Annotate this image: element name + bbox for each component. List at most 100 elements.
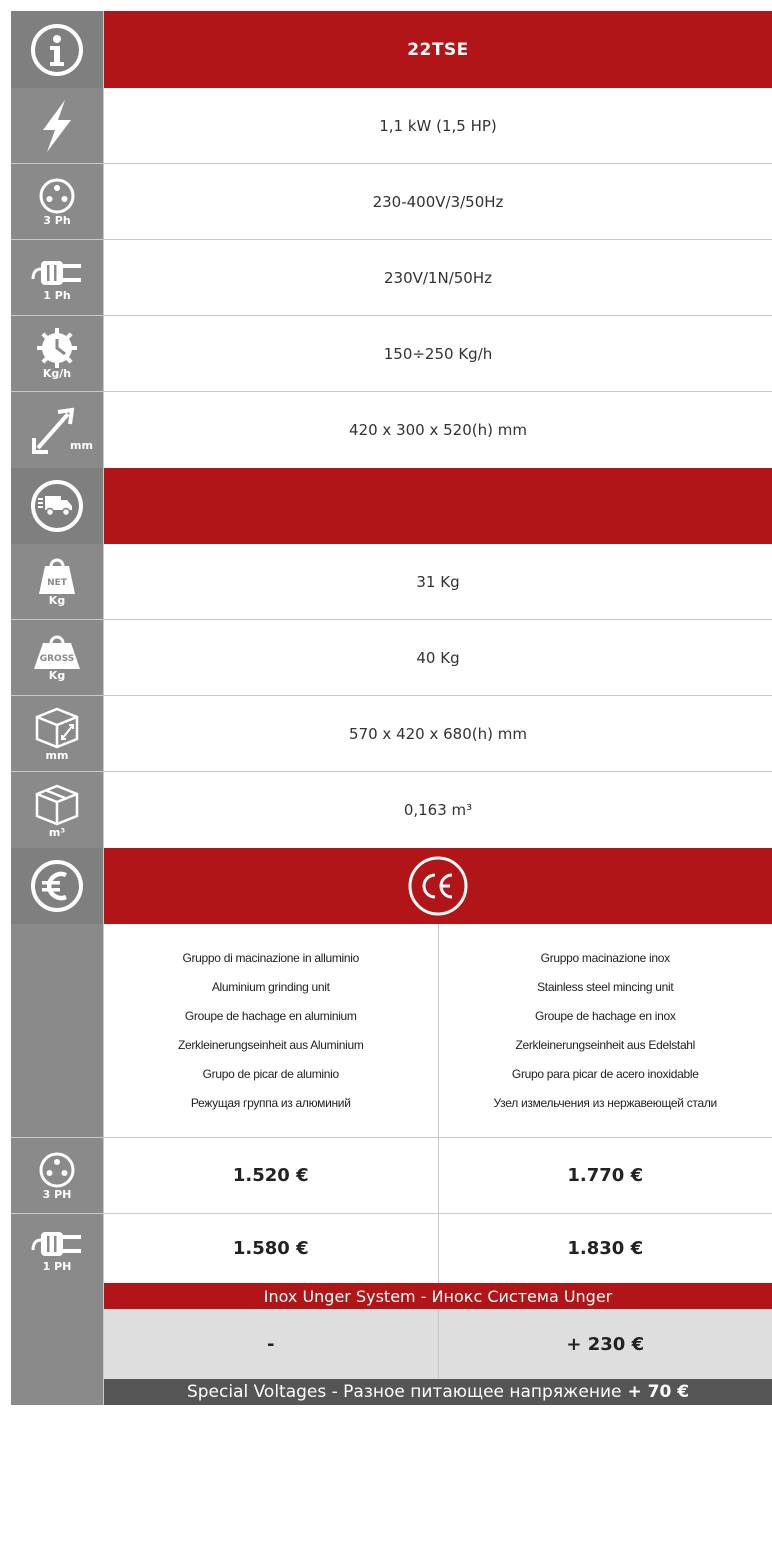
- single-phase-plug-icon: [31, 261, 81, 285]
- description-row: Gruppo di macinazione in alluminio Alumi…: [11, 924, 772, 1138]
- gross-weight-row: GROSS Kg 40 Kg: [11, 620, 772, 696]
- description-line: Gruppo macinazione inox: [540, 950, 670, 965]
- description-line: Stainless steel mincing unit: [537, 979, 674, 994]
- three-phase-icon-cell: 3 Ph: [11, 164, 104, 239]
- euro-icon: [31, 860, 83, 912]
- three-phase-value: 230-400V/3/50Hz: [372, 192, 504, 211]
- euro-icon-cell: [11, 848, 104, 924]
- package-dimensions-label: mm: [45, 749, 69, 762]
- special-voltages-price: + 70 €: [627, 1382, 690, 1402]
- price-3ph-row: 3 PH 1.520 € 1.770 €: [11, 1138, 772, 1214]
- model-title: 22TSE: [407, 39, 469, 60]
- net-weight-row: NET Kg 31 Kg: [11, 544, 772, 620]
- special-voltages-icon-cell: [11, 1379, 104, 1405]
- power-value: 1,1 kW (1,5 HP): [379, 116, 497, 135]
- price-3ph-aluminium: 1.520 €: [232, 1165, 309, 1186]
- price-header-row: [11, 848, 772, 924]
- unger-price-row: - + 230 €: [11, 1309, 772, 1379]
- spec-table: 22TSE 1,1 kW (1,5 HP) 3 Ph 230-400V/3/50…: [11, 11, 772, 1405]
- power-row: 1,1 kW (1,5 HP): [11, 88, 772, 164]
- dimensions-label: mm: [70, 439, 93, 452]
- shipping-header-bar: [104, 468, 772, 544]
- stainless-description: Gruppo macinazione inox Stainless steel …: [437, 924, 772, 1137]
- unger-banner-icon-cell: [11, 1283, 104, 1309]
- shipping-header-row: [11, 468, 772, 544]
- price-1ph-row: 1 PH 1.580 € 1.830 €: [11, 1214, 772, 1283]
- net-badge-text: NET: [47, 578, 68, 588]
- description-line: Groupe de hachage en inox: [534, 1008, 676, 1023]
- capacity-icon-cell: Kg/h: [11, 316, 104, 391]
- description-line: Узел измельчения из нержавеющей стали: [493, 1095, 718, 1110]
- price-1ph-stainless: 1.830 €: [437, 1214, 772, 1283]
- description-line: Gruppo di macinazione in alluminio: [182, 950, 360, 965]
- net-weight-label: Kg: [48, 594, 66, 607]
- volume-value: 0,163 m³: [403, 801, 473, 819]
- three-phase-row: 3 Ph 230-400V/3/50Hz: [11, 164, 772, 240]
- ce-header-bar: [104, 848, 772, 924]
- shipping-icon-cell: [11, 468, 104, 544]
- three-phase-plug-icon: [39, 1152, 75, 1188]
- gross-weight-icon: GROSS: [34, 635, 80, 669]
- unger-price-stainless: + 230 €: [437, 1309, 772, 1379]
- info-icon: [31, 23, 83, 76]
- net-weight-value: 31 Kg: [416, 572, 460, 591]
- single-phase-plug-icon: [31, 1232, 81, 1256]
- capacity-row: Kg/h 150÷250 Kg/h: [11, 316, 772, 392]
- gross-weight-value: 40 Kg: [416, 648, 460, 667]
- volume-label: m³: [48, 825, 66, 839]
- price-3ph-stainless: 1.770 €: [437, 1138, 772, 1213]
- price-1ph-aluminium: 1.580 €: [232, 1238, 309, 1259]
- single-phase-row: 1 Ph 230V/1N/50Hz: [11, 240, 772, 316]
- capacity-value: 150÷250 Kg/h: [383, 344, 493, 363]
- delivery-truck-icon: [31, 480, 83, 532]
- single-phase-value: 230V/1N/50Hz: [383, 268, 492, 287]
- capacity-label: Kg/h: [42, 367, 72, 380]
- description-line: Grupo para picar de acero inoxidable: [511, 1066, 699, 1081]
- gross-weight-icon-cell: GROSS Kg: [11, 620, 104, 695]
- package-volume-icon: [35, 784, 79, 825]
- package-dimensions-row: mm 570 x 420 x 680(h) mm: [11, 696, 772, 772]
- description-line: Zerkleinerungseinheit aus Edelstahl: [515, 1037, 696, 1052]
- header-row: 22TSE: [11, 11, 772, 88]
- single-phase-icon-cell: 1 Ph: [11, 240, 104, 315]
- package-dimensions-icon-cell: mm: [11, 696, 104, 771]
- unger-price-icon-cell: [11, 1309, 104, 1379]
- ce-mark-icon: [408, 856, 468, 916]
- aluminium-description: Gruppo di macinazione in alluminio Alumi…: [104, 924, 438, 1137]
- unger-banner-row: Inox Unger System - Инокс Система Unger: [11, 1283, 772, 1309]
- three-phase-plug-icon: [39, 178, 75, 214]
- three-phase-label: 3 Ph: [43, 214, 71, 227]
- description-line: Aluminium grinding unit: [211, 979, 330, 994]
- lightning-icon: [43, 99, 71, 152]
- special-voltages-banner: Special Voltages - Разное питающее напря…: [104, 1379, 772, 1405]
- volume-icon-cell: m³: [11, 772, 104, 848]
- price-1ph-icon-cell: 1 PH: [11, 1214, 104, 1283]
- unger-price-aluminium: -: [104, 1309, 438, 1379]
- info-cell: [11, 11, 104, 88]
- single-phase-label: 1 Ph: [43, 289, 71, 302]
- gross-weight-label: Kg: [48, 669, 66, 682]
- price-1ph-label: 1 PH: [42, 1260, 72, 1273]
- description-line: Режущая группа из алюминий: [190, 1095, 351, 1110]
- description-line: Zerkleinerungseinheit aus Aluminium: [177, 1037, 364, 1052]
- dimensions-icon-cell: mm: [11, 392, 104, 468]
- description-icon-cell: [11, 924, 104, 1137]
- volume-row: m³ 0,163 m³: [11, 772, 772, 848]
- package-dimensions-value: 570 x 420 x 680(h) mm: [349, 724, 527, 743]
- unger-banner: Inox Unger System - Инокс Система Unger: [104, 1283, 772, 1309]
- net-weight-icon: NET: [39, 558, 75, 594]
- gear-clock-icon: [37, 328, 77, 368]
- dimensions-value: 420 x 300 x 520(h) mm: [349, 421, 527, 439]
- package-dimension-icon: [35, 707, 79, 749]
- special-voltages-text: Special Voltages - Разное питающее напря…: [186, 1382, 622, 1402]
- power-icon-cell: [11, 88, 104, 163]
- price-3ph-label: 3 PH: [42, 1188, 72, 1201]
- dimensions-row: mm 420 x 300 x 520(h) mm: [11, 392, 772, 468]
- special-voltages-row: Special Voltages - Разное питающее напря…: [11, 1379, 772, 1405]
- model-title-cell: 22TSE: [104, 11, 772, 88]
- description-line: Groupe de hachage en aluminium: [184, 1008, 357, 1023]
- net-weight-icon-cell: NET Kg: [11, 544, 104, 619]
- gross-badge-text: GROSS: [40, 654, 75, 664]
- price-3ph-icon-cell: 3 PH: [11, 1138, 104, 1213]
- description-line: Grupo de picar de aluminio: [202, 1066, 340, 1081]
